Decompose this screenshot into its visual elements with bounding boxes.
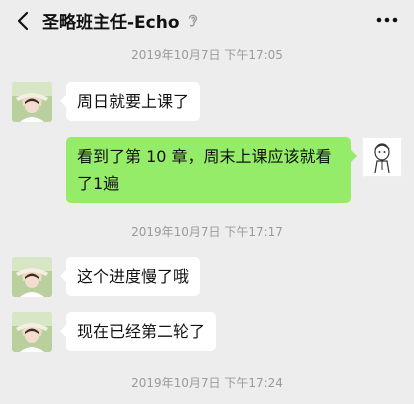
my-avatar[interactable] (362, 137, 402, 177)
chevron-left-icon (17, 11, 29, 31)
incoming-message-bubble[interactable]: 这个进度慢了哦 (59, 257, 201, 296)
message-timestamp: 2019年10月7日 下午17:05 (131, 48, 283, 62)
message-timestamp: 2019年10月7日 下午17:17 (131, 225, 283, 239)
ear-icon (186, 12, 200, 28)
chat-title-area[interactable]: 圣略班主任-Echo (42, 8, 200, 33)
message-text: 现在已经第二轮了 (77, 322, 206, 341)
contact-avatar[interactable] (12, 312, 52, 352)
message-text: 看到了第 10 章，周末上课应该就看了1遍 (77, 147, 332, 193)
contact-avatar[interactable] (12, 82, 52, 122)
contact-avatar[interactable] (12, 257, 52, 297)
message-timestamp: 2019年10月7日 下午17:24 (131, 376, 283, 390)
chat-title: 圣略班主任-Echo (42, 12, 180, 33)
back-button[interactable] (8, 6, 38, 36)
message-text: 周日就要上课了 (77, 92, 190, 111)
chat-header: 圣略班主任-Echo (0, 0, 414, 40)
more-button[interactable] (372, 8, 402, 32)
message-text: 这个进度慢了哦 (77, 267, 190, 286)
outgoing-message-bubble[interactable]: 看到了第 10 章，周末上课应该就看了1遍 (66, 137, 357, 203)
incoming-message-bubble[interactable]: 现在已经第二轮了 (59, 312, 217, 351)
more-dots-icon (376, 17, 398, 23)
incoming-message-bubble[interactable]: 周日就要上课了 (59, 82, 201, 121)
